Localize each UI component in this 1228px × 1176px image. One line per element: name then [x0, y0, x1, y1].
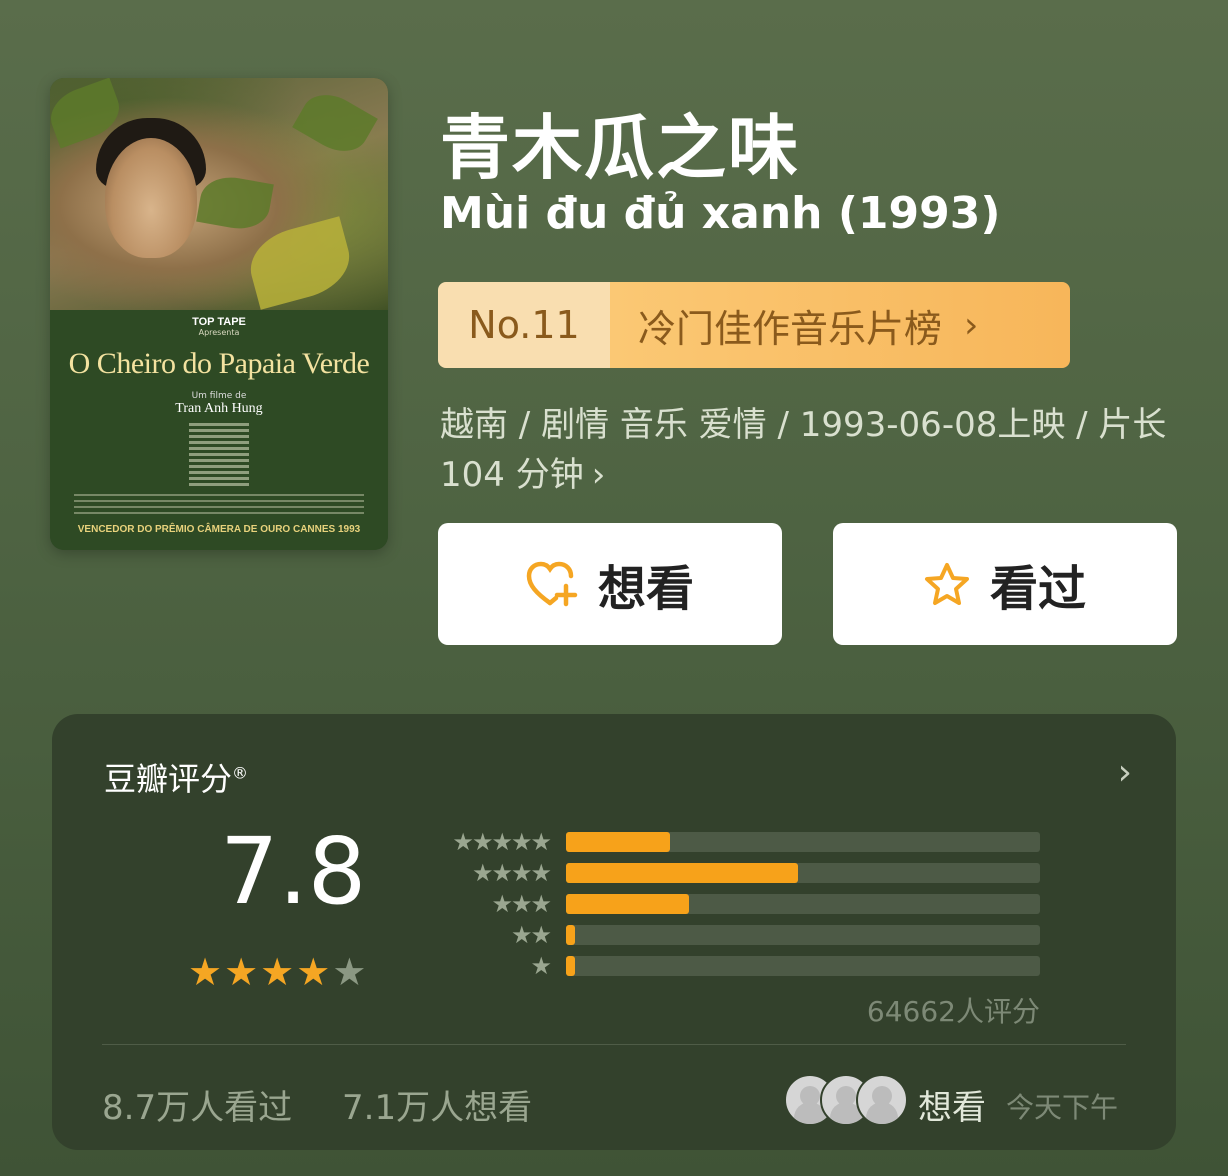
want-to-watch-button[interactable]: 想看 — [438, 523, 782, 645]
rank-number: No.11 — [438, 282, 610, 368]
poster-photo — [50, 78, 388, 310]
star-empty-icon: ★ — [332, 950, 367, 994]
movie-original-title: Mùi đu đủ xanh (1993) — [440, 188, 1001, 239]
poster-leaf — [196, 172, 274, 234]
rating-bar-track — [566, 955, 1040, 976]
chevron-right-icon[interactable]: › — [1118, 752, 1132, 793]
star-filled-icon: ★ — [296, 950, 331, 994]
rating-bar-fill — [566, 955, 576, 976]
rating-distribution: ★★★★★ ★★★★ ★★★ ★★ ★ — [430, 826, 1040, 981]
divider — [102, 1044, 1126, 1045]
poster-title: O Cheiro do Papaia Verde — [68, 347, 370, 380]
rating-bar-track — [566, 924, 1040, 945]
friend-avatars[interactable] — [784, 1074, 908, 1126]
chevron-right-icon: › — [591, 455, 606, 495]
poster-apresenta: Apresenta — [198, 328, 240, 337]
rating-bar-track — [566, 893, 1040, 914]
poster-credits — [189, 423, 249, 486]
star-outline-icon — [924, 563, 969, 605]
rating-bar-track — [566, 831, 1040, 852]
movie-meta-info[interactable]: 越南 / 剧情 音乐 爱情 / 1993-06-08上映 / 片长104 分钟 › — [440, 400, 1180, 500]
douban-rating-card[interactable]: 豆瓣评分® › 7.8 ★ ★ ★ ★ ★ ★★★★★ ★★★★ ★★★ ★★ ★ 64662人… — [52, 714, 1176, 1150]
rating-title: 豆瓣评分® — [104, 754, 248, 800]
chevron-right-icon: › — [964, 304, 979, 346]
rating-distribution-stars: ★ — [530, 951, 552, 980]
rating-distribution-row: ★★★★ — [430, 857, 1040, 888]
rating-distribution-row: ★★ — [430, 919, 1040, 950]
rating-bar-fill — [566, 831, 671, 852]
rating-distribution-row: ★ — [430, 950, 1040, 981]
rating-score: 7.8 — [220, 818, 367, 925]
registered-mark: ® — [232, 763, 249, 783]
star-filled-icon: ★ — [188, 950, 223, 994]
poster-figure-face — [105, 138, 197, 258]
star-filled-icon: ★ — [224, 950, 259, 994]
star-filled-icon: ★ — [260, 950, 295, 994]
rating-distribution-stars: ★★★ — [491, 889, 552, 918]
avatar — [856, 1074, 908, 1126]
poster-brand: TOP TAPE — [192, 316, 246, 328]
watched-button[interactable]: 看过 — [833, 523, 1177, 645]
rating-bar-track — [566, 862, 1040, 883]
rating-title-text: 豆瓣评分 — [104, 760, 233, 798]
movie-poster[interactable]: TOP TAPE Apresenta O Cheiro do Papaia Ve… — [50, 78, 388, 550]
watched-count[interactable]: 8.7万人看过 — [102, 1080, 292, 1129]
rating-distribution-row: ★★★★★ — [430, 826, 1040, 857]
friend-activity-time: 今天下午 — [1006, 1091, 1119, 1124]
poster-leaf — [242, 216, 358, 310]
poster-film-by: Um filme de — [191, 391, 247, 401]
movie-meta-text: 越南 / 剧情 音乐 爱情 / 1993-06-08上映 / 片长104 分钟 — [440, 405, 1167, 495]
rating-count: 64662人评分 — [866, 995, 1040, 1028]
rating-bar-fill — [566, 924, 576, 945]
rating-distribution-stars: ★★★★ — [471, 858, 552, 887]
poster-text-area: TOP TAPE Apresenta O Cheiro do Papaia Ve… — [50, 310, 388, 550]
poster-credits-block — [74, 494, 364, 514]
rank-list-label: 冷门佳作音乐片榜 — [638, 306, 943, 351]
poster-award: VENCEDOR DO PRÊMIO CÂMERA DE OURO CANNES… — [77, 524, 361, 535]
rating-bar-fill — [566, 862, 799, 883]
rank-badge[interactable]: No.11 冷门佳作音乐片榜 › — [438, 282, 1070, 368]
want-count[interactable]: 7.1万人想看 — [342, 1080, 532, 1129]
poster-leaf — [292, 83, 378, 163]
poster-director: Tran Anh Hung — [175, 401, 263, 416]
rank-list-name: 冷门佳作音乐片榜 › — [610, 282, 1070, 368]
rating-bar-fill — [566, 893, 690, 914]
rating-stars: ★ ★ ★ ★ ★ — [188, 950, 368, 994]
rating-distribution-stars: ★★ — [510, 920, 552, 949]
friend-activity-action: 想看 — [918, 1088, 986, 1128]
movie-title: 青木瓜之味 — [440, 107, 800, 189]
watched-label: 看过 — [989, 561, 1086, 617]
rating-distribution-row: ★★★ — [430, 888, 1040, 919]
heart-plus-icon — [526, 561, 578, 607]
want-to-watch-label: 想看 — [597, 561, 694, 617]
rating-distribution-stars: ★★★★★ — [452, 827, 552, 856]
